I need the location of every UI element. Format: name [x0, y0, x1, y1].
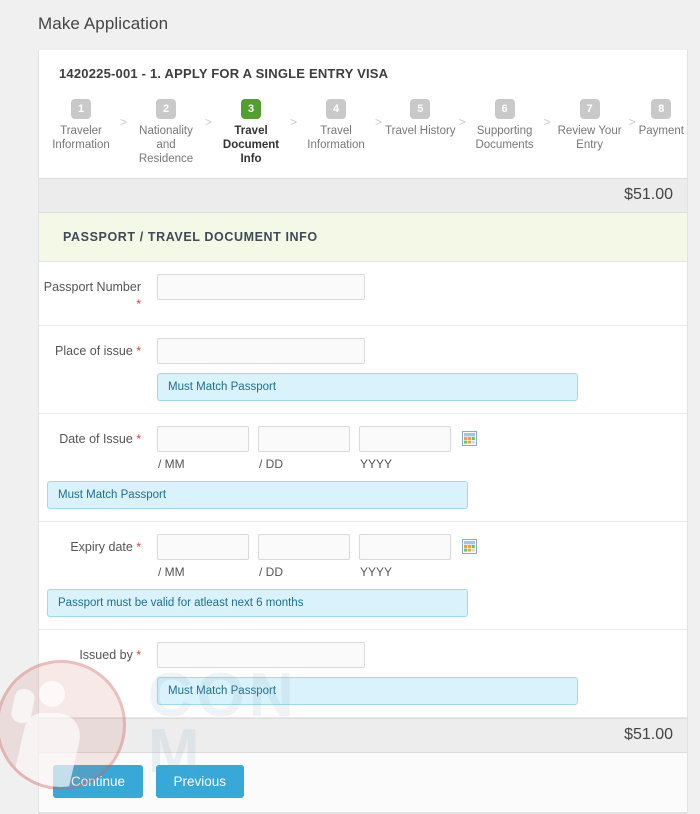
form-actions: Continue Previous [39, 753, 687, 813]
wizard-step-6[interactable]: 6 Supporting Documents [469, 99, 541, 152]
expiry-date-year-input[interactable] [359, 534, 451, 560]
date-of-issue-month-input[interactable] [157, 426, 249, 452]
application-panel: 1420225-001 - 1. APPLY FOR A SINGLE ENTR… [38, 50, 688, 814]
wizard-step-3[interactable]: 3 Travel Document Info [215, 99, 287, 166]
expiry-date-year-cell: YYYY [359, 534, 451, 579]
expiry-date-label: Expiry date * [39, 534, 149, 556]
wizard-separator-icon: > [120, 115, 128, 129]
issued-by-hint: Must Match Passport [157, 677, 578, 705]
field-row-date-of-issue: Date of Issue * / MM / DD YYYY Must Matc… [39, 414, 687, 522]
price-bar-top: $51.00 [39, 178, 687, 213]
wizard-step-label: Nationality and Residence [138, 125, 194, 165]
wizard-step-label: Travel Information [307, 125, 365, 151]
required-indicator: * [136, 540, 141, 554]
wizard-step-label: Supporting Documents [475, 125, 534, 151]
date-of-issue-year-hint: YYYY [360, 457, 393, 471]
expiry-date-day-cell: / DD [258, 534, 350, 579]
wizard-step-number: 8 [651, 99, 672, 119]
place-of-issue-label: Place of issue * [39, 338, 149, 360]
calendar-icon[interactable] [462, 431, 477, 446]
passport-number-input[interactable] [157, 274, 365, 300]
expiry-date-day-hint: / DD [259, 565, 283, 579]
application-header: 1420225-001 - 1. APPLY FOR A SINGLE ENTR… [39, 50, 687, 95]
wizard-separator-icon: > [543, 115, 551, 129]
required-indicator: * [136, 648, 141, 662]
date-of-issue-year-cell: YYYY [359, 426, 451, 471]
wizard-step-label: Traveler Information [52, 125, 110, 151]
wizard-step-number: 6 [494, 99, 515, 119]
place-of-issue-label-text: Place of issue [55, 344, 133, 358]
date-of-issue-year-input[interactable] [359, 426, 451, 452]
expiry-date-month-cell: / MM [157, 534, 249, 579]
wizard-step-label: Travel Document Info [222, 125, 280, 165]
expiry-date-month-hint: / MM [158, 565, 185, 579]
wizard-step-4[interactable]: 4 Travel Information [300, 99, 372, 152]
page-title: Make Application [38, 14, 169, 33]
expiry-date-month-input[interactable] [157, 534, 249, 560]
wizard-step-number: 3 [241, 99, 262, 119]
wizard-step-number: 7 [579, 99, 600, 119]
issued-by-label-text: Issued by [79, 648, 133, 662]
field-row-passport-number: Passport Number * [39, 262, 687, 326]
expiry-date-label-text: Expiry date [70, 540, 133, 554]
price-bar-bottom: $51.00 [39, 718, 687, 753]
wizard-separator-icon: > [290, 115, 298, 129]
wizard-separator-icon: > [628, 115, 636, 129]
wizard-step-2[interactable]: 2 Nationality and Residence [130, 99, 202, 166]
date-of-issue-day-hint: / DD [259, 457, 283, 471]
wizard-step-1[interactable]: 1 Traveler Information [45, 99, 117, 152]
wizard-separator-icon: > [205, 115, 213, 129]
expiry-date-hint: Passport must be valid for atleast next … [47, 589, 468, 617]
wizard-step-number: 5 [410, 99, 431, 119]
date-of-issue-month-hint: / MM [158, 457, 185, 471]
place-of-issue-hint: Must Match Passport [157, 373, 578, 401]
wizard-step-number: 1 [71, 99, 91, 119]
wizard-step-label: Payment [638, 125, 684, 137]
wizard-step-5[interactable]: 5 Travel History [385, 99, 456, 138]
wizard-step-number: 4 [326, 99, 347, 119]
required-indicator: * [136, 297, 141, 311]
wizard-step-7[interactable]: 7 Review Your Entry [554, 99, 626, 152]
watermark-glyph-arm [9, 687, 37, 725]
date-of-issue-label-text: Date of Issue [59, 432, 133, 446]
required-indicator: * [136, 344, 141, 358]
wizard-step-number: 2 [156, 99, 177, 119]
required-indicator: * [136, 432, 141, 446]
field-row-place-of-issue: Place of issue * Must Match Passport [39, 326, 687, 414]
section-title: PASSPORT / TRAVEL DOCUMENT INFO [39, 213, 687, 262]
issued-by-label: Issued by * [39, 642, 149, 664]
calendar-icon[interactable] [462, 539, 477, 554]
date-of-issue-day-input[interactable] [258, 426, 350, 452]
expiry-date-year-hint: YYYY [360, 565, 393, 579]
passport-number-label-text: Passport Number [43, 280, 141, 294]
wizard-step-8[interactable]: 8 Payment [639, 99, 684, 138]
wizard-separator-icon: > [375, 115, 383, 129]
field-row-issued-by: Issued by * Must Match Passport [39, 630, 687, 718]
date-of-issue-label: Date of Issue * [39, 426, 149, 448]
expiry-date-day-input[interactable] [258, 534, 350, 560]
wizard-step-label: Travel History [385, 125, 456, 137]
date-of-issue-month-cell: / MM [157, 426, 249, 471]
wizard-separator-icon: > [458, 115, 466, 129]
date-of-issue-day-cell: / DD [258, 426, 350, 471]
passport-number-label: Passport Number * [39, 274, 149, 313]
place-of-issue-input[interactable] [157, 338, 365, 364]
date-of-issue-hint: Must Match Passport [47, 481, 468, 509]
step-wizard: 1 Traveler Information >2 Nationality and R… [39, 95, 687, 178]
field-row-expiry-date: Expiry date * / MM / DD YYYY Passport mu… [39, 522, 687, 630]
wizard-step-label: Review Your Entry [557, 125, 622, 151]
issued-by-input[interactable] [157, 642, 365, 668]
